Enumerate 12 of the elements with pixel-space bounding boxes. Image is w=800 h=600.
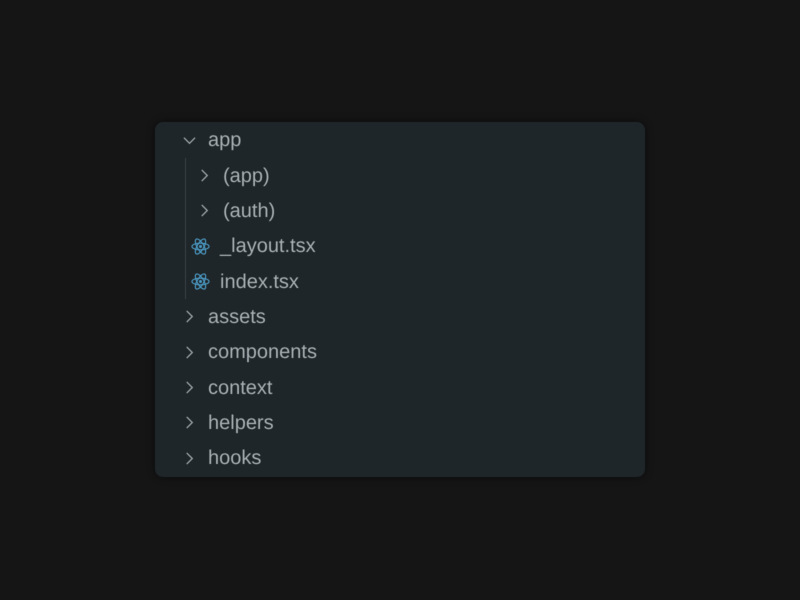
folder-name[interactable]: (app) bbox=[223, 164, 270, 188]
atom-icon bbox=[191, 272, 210, 292]
folder-name[interactable]: hooks bbox=[208, 446, 262, 470]
file-name[interactable]: _layout.tsx bbox=[220, 234, 316, 258]
file-name[interactable]: index.tsx bbox=[220, 270, 299, 294]
folder-name[interactable]: components bbox=[208, 340, 317, 364]
folder-name[interactable]: helpers bbox=[208, 410, 274, 435]
folder-name[interactable]: assets bbox=[208, 304, 266, 329]
atom-icon bbox=[191, 236, 210, 256]
folder-name[interactable]: app bbox=[208, 128, 242, 152]
folder-name[interactable]: context bbox=[208, 376, 272, 400]
folder-name[interactable]: (auth) bbox=[223, 198, 276, 223]
